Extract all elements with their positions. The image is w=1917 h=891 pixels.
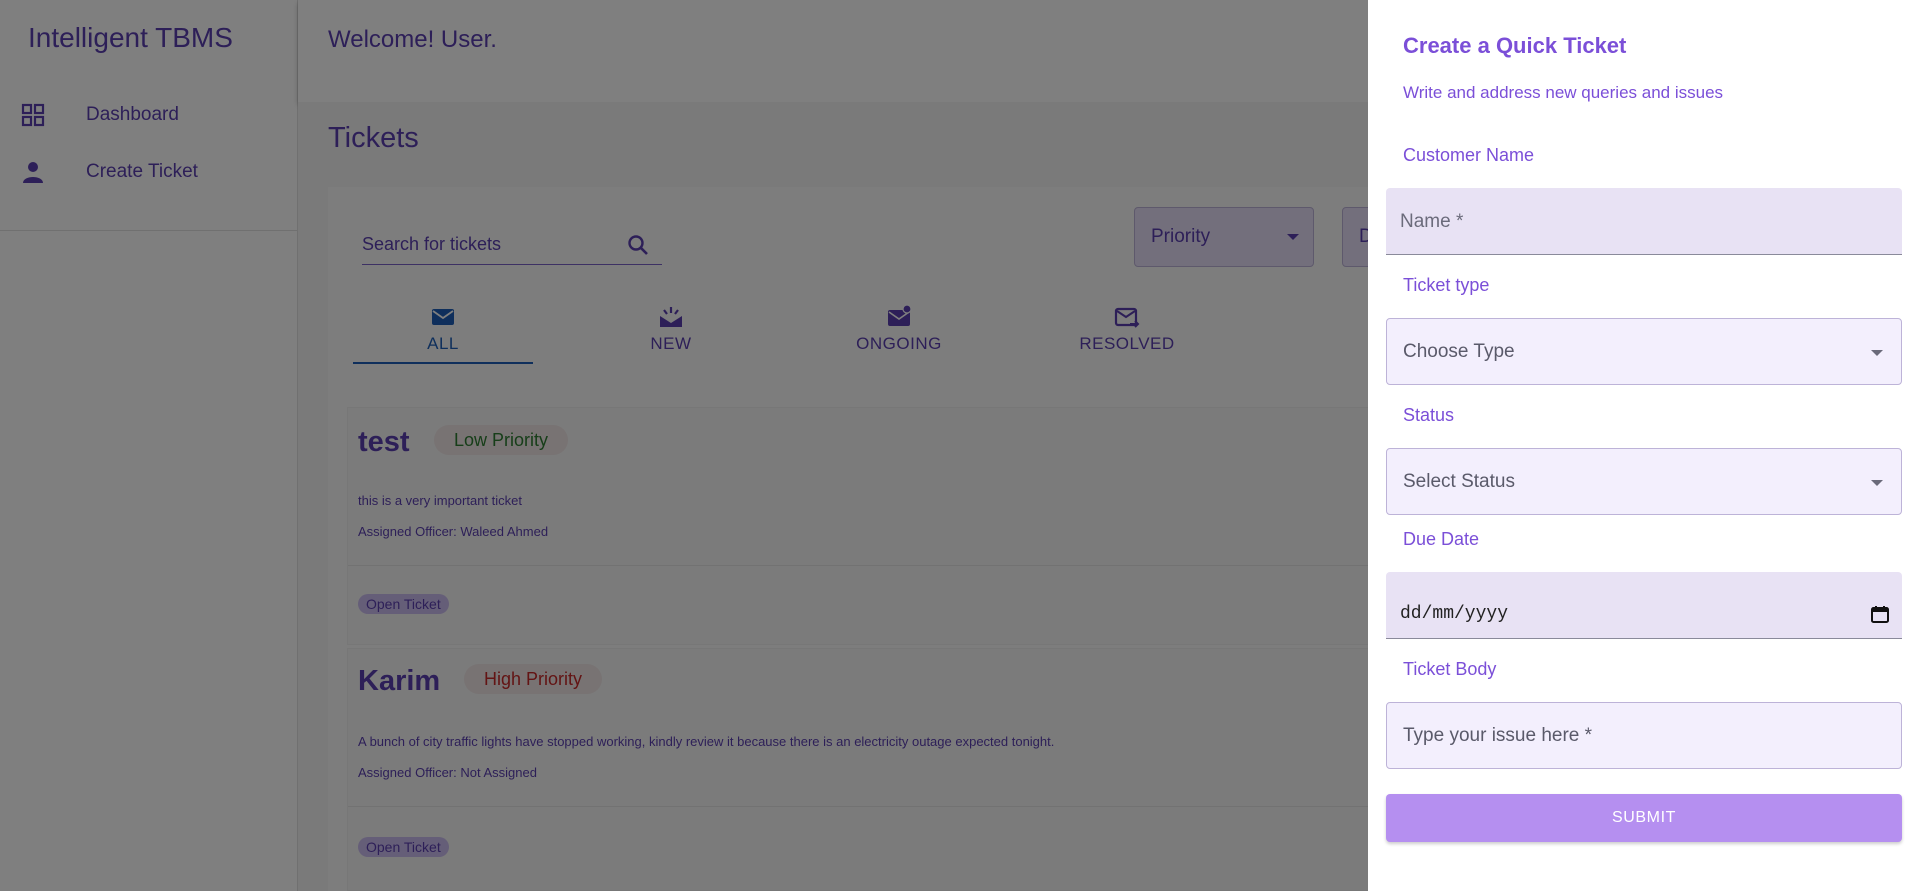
- calendar-icon[interactable]: [1870, 604, 1890, 624]
- ticket-body-label: Ticket Body: [1403, 659, 1497, 679]
- customer-name-label: Customer Name: [1403, 145, 1535, 165]
- drawer-subtitle: Write and address new queries and issues: [1403, 83, 1724, 102]
- status-label: Status: [1403, 405, 1455, 425]
- ticket-body-placeholder: Type your issue here *: [1403, 725, 1593, 746]
- name-field-container: [1386, 188, 1902, 255]
- status-select[interactable]: Select Status: [1386, 448, 1902, 515]
- drawer-title: Create a Quick Ticket: [1403, 33, 1627, 58]
- submit-button[interactable]: SUBMIT: [1386, 794, 1902, 842]
- ticket-body-field[interactable]: Type your issue here *: [1386, 702, 1902, 769]
- status-value: Select Status: [1403, 471, 1515, 492]
- ticket-type-select[interactable]: Choose Type: [1386, 318, 1902, 385]
- due-date-value: dd/mm/yyyy: [1400, 604, 1509, 624]
- due-date-input[interactable]: dd/mm/yyyy: [1386, 572, 1902, 639]
- chevron-down-icon: [1871, 480, 1883, 486]
- chevron-down-icon: [1871, 350, 1883, 356]
- name-input[interactable]: [1400, 188, 1870, 255]
- ticket-type-label: Ticket type: [1403, 275, 1490, 295]
- quick-ticket-drawer: Create a Quick Ticket Write and address …: [1368, 0, 1917, 891]
- due-date-label: Due Date: [1403, 529, 1480, 549]
- ticket-type-value: Choose Type: [1403, 341, 1515, 362]
